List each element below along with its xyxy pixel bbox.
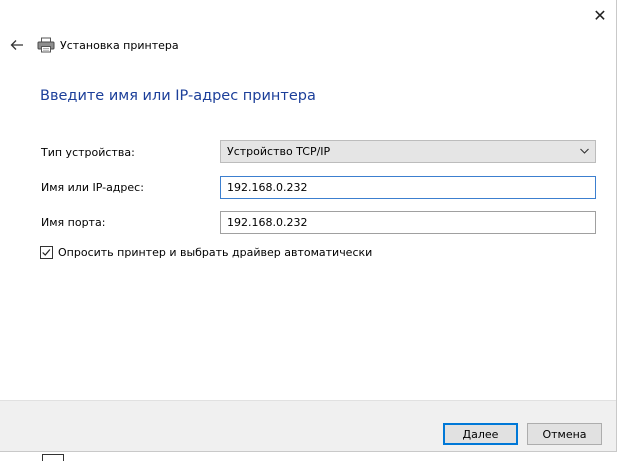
auto-driver-checkbox[interactable] <box>40 246 53 259</box>
add-printer-window: ✕ Установка принтера Введите имя или IP-… <box>0 0 617 452</box>
device-type-value: Устройство TCP/IP <box>227 145 331 158</box>
background-item-icon <box>42 454 64 461</box>
page-heading: Введите имя или IP-адрес принтера <box>40 88 316 104</box>
chevron-down-icon <box>580 148 589 154</box>
device-type-label: Тип устройства: <box>41 146 135 159</box>
cancel-button[interactable]: Отмена <box>527 423 602 445</box>
auto-driver-label: Опросить принтер и выбрать драйвер автом… <box>58 246 373 259</box>
port-name-input[interactable] <box>220 211 596 234</box>
port-name-label: Имя порта: <box>41 216 106 229</box>
next-button[interactable]: Далее <box>443 423 518 445</box>
background-window-sliver <box>0 452 622 461</box>
back-arrow-icon[interactable] <box>9 37 25 53</box>
footer-bar: Далее Отмена <box>0 400 616 451</box>
host-address-input[interactable] <box>220 176 596 199</box>
checkmark-icon <box>42 249 51 256</box>
host-label: Имя или IP-адрес: <box>41 181 144 194</box>
close-icon: ✕ <box>593 6 607 25</box>
device-type-select[interactable]: Устройство TCP/IP <box>220 140 596 163</box>
close-button[interactable]: ✕ <box>586 4 614 28</box>
printer-icon <box>37 37 55 53</box>
window-title: Установка принтера <box>60 39 179 52</box>
